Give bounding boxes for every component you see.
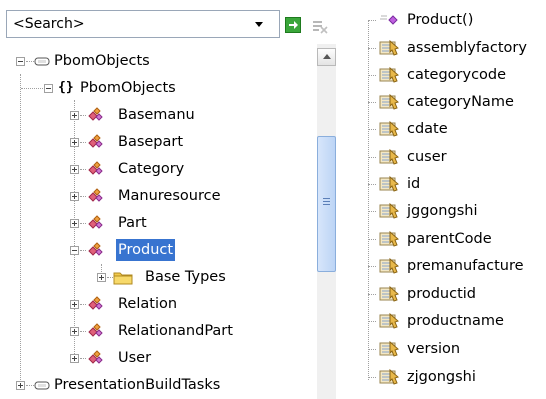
tree-item-relationandpart[interactable]: RelationandPart <box>0 320 313 342</box>
tree-item-presentationbuildtasks[interactable]: PresentationBuildTasks <box>0 374 313 396</box>
property-icon <box>379 230 399 247</box>
property-icon <box>379 257 399 274</box>
project-icon <box>34 381 50 390</box>
tree-item-pbomobjects-namespace[interactable]: {} PbomObjects <box>0 77 313 99</box>
expand-toggle-icon[interactable] <box>70 138 79 147</box>
class-icon <box>88 188 103 202</box>
search-go-button[interactable] <box>285 17 301 33</box>
class-icon <box>88 350 103 364</box>
property-icon <box>379 340 399 357</box>
property-icon <box>379 285 399 302</box>
expand-toggle-icon[interactable] <box>70 300 79 309</box>
expand-toggle-icon[interactable] <box>70 192 79 201</box>
property-icon <box>379 39 399 56</box>
class-icon <box>88 107 103 121</box>
project-icon <box>34 57 50 66</box>
expand-toggle-icon[interactable] <box>70 354 79 363</box>
class-icon <box>88 296 103 310</box>
collapse-toggle-icon[interactable] <box>16 57 25 66</box>
expand-toggle-icon[interactable] <box>70 327 79 336</box>
property-icon <box>379 202 399 219</box>
scroll-up-button[interactable] <box>317 48 336 66</box>
members-guide-line <box>368 20 369 380</box>
expand-toggle-icon[interactable] <box>16 381 25 390</box>
class-icon <box>88 215 103 229</box>
tree-item-manuresource[interactable]: Manuresource <box>0 185 313 207</box>
tree-item-product[interactable]: Product <box>0 239 313 261</box>
search-combobox[interactable]: <Search> <box>6 10 280 38</box>
class-icon <box>88 323 103 337</box>
collapse-toggle-icon[interactable] <box>70 246 79 255</box>
property-icon <box>379 368 399 385</box>
class-icon <box>88 242 103 256</box>
class-view-pane: <Search> PbomObjects {} PbomObjects Base… <box>0 0 348 399</box>
dropdown-arrow-icon[interactable] <box>255 22 263 27</box>
tree-item-pbomobjects-project[interactable]: PbomObjects <box>0 50 313 72</box>
tree-item-category[interactable]: Category <box>0 158 313 180</box>
search-text: <Search> <box>13 16 85 32</box>
property-icon <box>379 175 399 192</box>
class-icon <box>88 134 103 148</box>
tree-item-part[interactable]: Part <box>0 212 313 234</box>
expand-toggle-icon[interactable] <box>70 111 79 120</box>
namespace-icon: {} <box>58 80 74 95</box>
arrow-right-icon <box>289 21 298 29</box>
clear-search-button[interactable] <box>312 18 328 34</box>
property-icon <box>379 120 399 137</box>
expand-toggle-icon[interactable] <box>97 273 106 282</box>
tree-item-basemanu[interactable]: Basemanu <box>0 104 313 126</box>
property-icon <box>379 148 399 165</box>
expand-toggle-icon[interactable] <box>70 165 79 174</box>
tree-item-relation[interactable]: Relation <box>0 293 313 315</box>
tree-item-basepart[interactable]: Basepart <box>0 131 313 153</box>
tree-vertical-scrollbar[interactable] <box>317 44 336 399</box>
tree-item-base-types[interactable]: Base Types <box>0 266 313 288</box>
class-icon <box>88 161 103 175</box>
folder-icon <box>113 272 133 285</box>
tree-item-user[interactable]: User <box>0 347 313 369</box>
property-icon <box>379 312 399 329</box>
search-toolbar: <Search> <box>6 8 343 40</box>
expand-toggle-icon[interactable] <box>70 219 79 228</box>
clear-icon <box>313 21 328 34</box>
class-tree[interactable]: PbomObjects {} PbomObjects Basemanu Base… <box>0 44 313 399</box>
scroll-thumb[interactable] <box>317 136 336 272</box>
method-icon <box>380 15 398 25</box>
collapse-toggle-icon[interactable] <box>44 84 53 93</box>
property-icon <box>379 93 399 110</box>
property-icon <box>379 66 399 83</box>
